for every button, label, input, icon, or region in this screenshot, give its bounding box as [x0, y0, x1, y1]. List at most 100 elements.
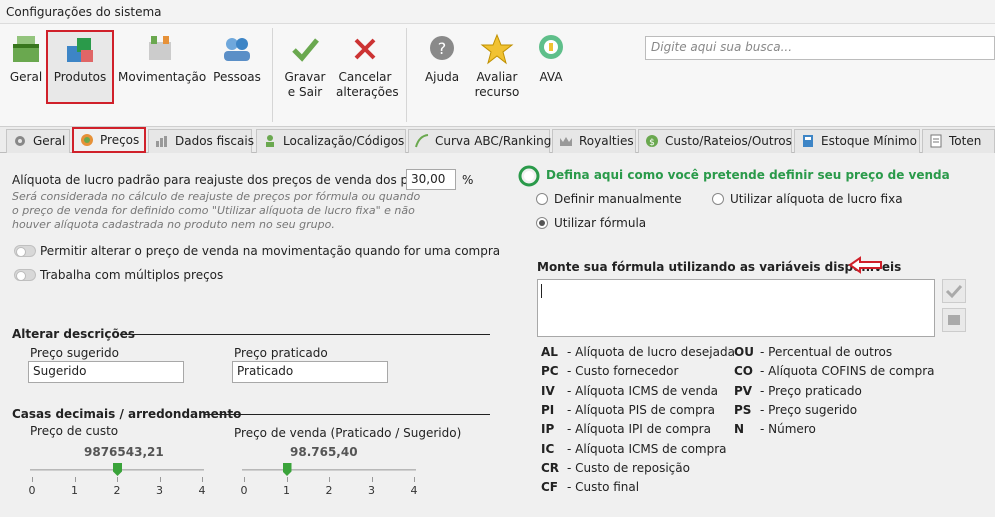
variable-description: - Preço praticado — [760, 383, 862, 398]
radio-definir-manualmente[interactable]: Definir manualmente — [536, 192, 682, 206]
variable-description: - Alíquota COFINS de compra — [760, 364, 935, 379]
variable-code: CF — [541, 480, 559, 495]
avaliar-recurso-button[interactable]: Avaliar recurso — [472, 32, 522, 100]
preco-venda-value: 98.765,40 — [290, 445, 358, 459]
slider-tick-label: 2 — [113, 484, 121, 497]
check-icon — [945, 284, 963, 299]
slider-tick-label: 3 — [156, 484, 163, 497]
slider-tick-label: 2 — [325, 484, 333, 497]
tab-royalties[interactable]: Royalties — [552, 129, 636, 153]
document-icon — [930, 134, 942, 148]
confirm-formula-button[interactable] — [942, 279, 966, 303]
search-input[interactable]: Digite aqui sua busca... — [645, 36, 995, 60]
geral-label: Geral — [9, 70, 43, 84]
movimentacao-label: Movimentação — [118, 70, 207, 84]
tab-label: Geral — [33, 134, 66, 148]
tab-localizacao-codigos[interactable]: Localização/Códigos — [256, 129, 406, 153]
preco-sugerido-input[interactable]: Sugerido — [28, 361, 184, 383]
formula-input[interactable] — [537, 279, 935, 337]
toggle-switch[interactable] — [14, 269, 36, 281]
tab-label: Preços — [100, 133, 140, 147]
profit-note-line-2: o preço de venda for definido como "Util… — [12, 204, 415, 217]
window-title: Configurações do sistema — [0, 0, 995, 24]
radio-button[interactable] — [712, 193, 724, 205]
tab-label: Curva ABC/Ranking — [435, 134, 552, 148]
slider-tick-label: 1 — [71, 484, 78, 497]
radio-aliquota-fixa[interactable]: Utilizar alíquota de lucro fixa — [712, 192, 903, 206]
variable-code: IV — [541, 383, 555, 398]
tab-label: Localização/Códigos — [283, 134, 405, 148]
profit-note-line-3: houver alíquota cadastrada no produto ne… — [12, 218, 335, 231]
slider-tick — [32, 477, 33, 482]
person-pin-icon — [266, 135, 274, 147]
variable-code: OU — [734, 345, 754, 359]
ava-button[interactable]: AVA — [532, 32, 570, 85]
avaliar-label-1: Avaliar — [476, 70, 518, 84]
preco-custo-value: 9876543,21 — [84, 445, 164, 459]
toggle-label: Trabalha com múltiplos preços — [40, 268, 224, 282]
variable-code: PC — [541, 364, 559, 379]
variable-code: CO — [734, 364, 754, 379]
ajuda-button[interactable]: ? Ajuda — [420, 32, 464, 85]
radio-label: Utilizar alíquota de lucro fixa — [730, 192, 903, 206]
variable-item: N - Número — [734, 422, 816, 436]
clear-formula-button[interactable] — [942, 308, 966, 332]
toggle-multiplos-precos[interactable]: Trabalha com múltiplos preços — [14, 268, 223, 282]
slider-tick — [286, 477, 288, 482]
preco-custo-label: Preço de custo — [30, 424, 119, 438]
slider-thumb[interactable] — [282, 463, 292, 476]
preco-praticado-input[interactable]: Praticado — [232, 361, 388, 383]
variable-code: IC — [541, 441, 555, 456]
variable-code: PI — [541, 402, 555, 417]
geral-button[interactable]: Geral — [6, 32, 46, 85]
produtos-label: Produtos — [53, 70, 107, 84]
check-icon — [292, 38, 319, 62]
alterar-descricoes-title: Alterar descrições — [12, 327, 136, 341]
radio-button[interactable] — [536, 193, 548, 205]
cancelar-button[interactable]: Cancelar alterações — [336, 32, 399, 100]
arrow-pointer-icon — [848, 256, 882, 274]
products-icon — [67, 38, 93, 62]
variable-description: - Número — [760, 422, 816, 437]
profit-rate-input[interactable]: 30,00 — [406, 169, 456, 190]
toggle-switch[interactable] — [14, 245, 36, 257]
variable-description: - Custo final — [567, 480, 640, 495]
text-caret — [541, 284, 542, 298]
tab-geral[interactable]: Geral — [6, 129, 70, 153]
avaliar-label-2: recurso — [474, 85, 520, 99]
cancel-x-icon — [354, 38, 376, 60]
movement-icon — [149, 36, 171, 60]
tab-label: Royalties — [579, 134, 634, 148]
tab-toten[interactable]: Toten — [922, 129, 995, 153]
slider-tick — [329, 477, 330, 482]
variable-item: CR - Custo de reposição — [541, 461, 690, 475]
variable-item: CO - Alíquota COFINS de compra — [734, 364, 934, 378]
movimentacao-button[interactable]: Movimentação — [118, 32, 206, 85]
variable-code: N — [734, 422, 745, 437]
slider-thumb[interactable] — [113, 463, 122, 476]
produtos-button[interactable]: Produtos — [50, 32, 110, 85]
radio-button[interactable] — [536, 217, 548, 229]
tab-curva-abc[interactable]: Curva ABC/Ranking — [408, 129, 552, 153]
lightbulb-icon — [539, 35, 563, 59]
tab-estoque-minimo[interactable]: Estoque Mínimo — [794, 129, 920, 153]
tab-dados-fiscais[interactable]: Dados fiscais — [148, 129, 254, 153]
tab-label: Custo/Rateios/Outros — [665, 134, 792, 148]
section-divider — [120, 334, 490, 335]
radio-utilizar-formula[interactable]: Utilizar fórmula — [536, 216, 646, 230]
toggle-alterar-preco-compra[interactable]: Permitir alterar o preço de venda na mov… — [14, 244, 500, 258]
tab-precos[interactable]: Preços — [72, 127, 146, 153]
preco-venda-label: Preço de venda (Praticado / Sugerido) — [234, 426, 462, 440]
pessoas-button[interactable]: Pessoas — [212, 32, 262, 85]
slider-tick — [117, 477, 118, 482]
price-definition-icon — [518, 165, 540, 187]
slider-track[interactable] — [242, 469, 416, 471]
precos-panel: Alíquota de lucro padrão para reajuste d… — [0, 153, 995, 517]
svg-text:?: ? — [438, 39, 447, 58]
basket-icon — [13, 36, 39, 62]
gravar-sair-button[interactable]: Gravar e Sair — [282, 32, 328, 100]
variable-item: OU - Percentual de outros — [734, 345, 892, 359]
tab-custo-rateios[interactable]: $ Custo/Rateios/Outros — [638, 129, 792, 153]
help-icon: ? — [430, 36, 454, 60]
dollar-icon: $ — [646, 135, 658, 148]
